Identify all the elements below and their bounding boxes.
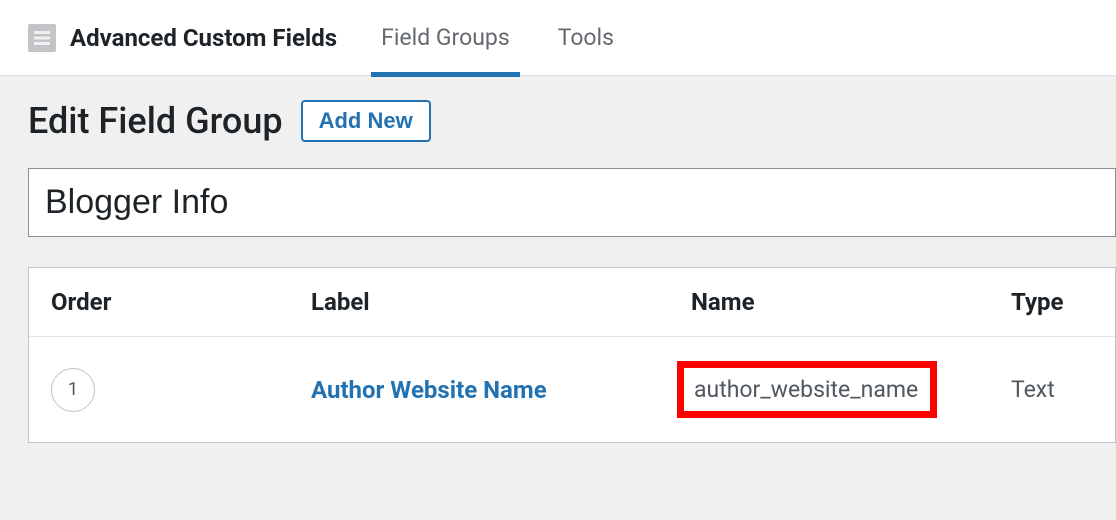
plugin-name-text: Advanced Custom Fields [70,24,337,52]
page-area: Edit Field Group Add New Order Label Nam… [0,76,1116,443]
group-title-wrap [28,168,1116,237]
fields-header: Order Label Name Type [29,268,1115,337]
tab-tools[interactable]: Tools [554,0,618,76]
field-type: Text [1011,376,1055,403]
name-cell: author_website_name [691,361,1011,418]
field-name: author_website_name [694,376,918,403]
label-cell: Author Website Name [311,376,691,404]
add-new-button[interactable]: Add New [301,100,431,142]
group-title-input[interactable] [28,168,1116,237]
tab-label: Tools [558,24,614,51]
plugin-name: Advanced Custom Fields [28,24,337,52]
page-head: Edit Field Group Add New [28,100,1116,142]
header-name: Name [691,288,1011,316]
type-cell: Text [1011,376,1093,403]
fields-box: Order Label Name Type 1 Author Website N… [28,267,1116,443]
tab-field-groups[interactable]: Field Groups [377,0,514,76]
field-label-link[interactable]: Author Website Name [311,376,547,404]
acf-icon [28,24,56,52]
top-nav: Advanced Custom Fields Field Groups Tool… [0,0,1116,76]
order-badge[interactable]: 1 [51,368,95,412]
highlight-annotation: author_website_name [677,361,937,418]
tab-label: Field Groups [381,24,510,51]
page-title: Edit Field Group [28,100,283,142]
table-row[interactable]: 1 Author Website Name author_website_nam… [29,337,1115,442]
header-type: Type [1011,288,1093,316]
header-label: Label [311,288,691,316]
order-cell: 1 [51,368,311,412]
header-order: Order [51,288,311,316]
